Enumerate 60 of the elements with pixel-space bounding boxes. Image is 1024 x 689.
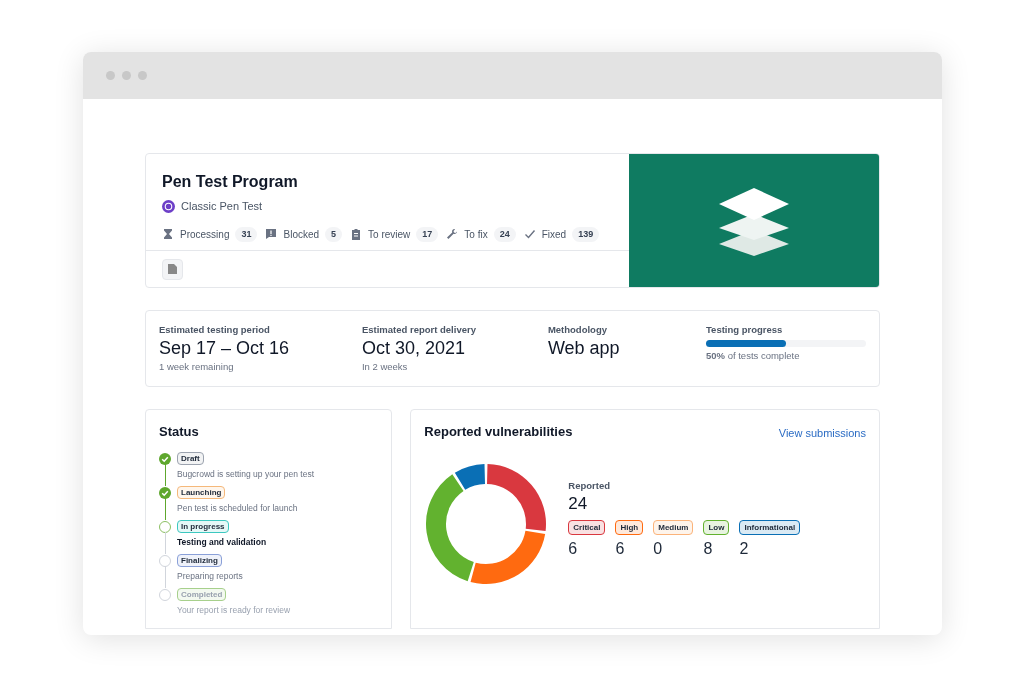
summary-note: 1 week remaining	[159, 359, 235, 374]
count-badge: 31	[235, 226, 258, 242]
check-icon	[523, 228, 536, 241]
status-text: Testing and validation	[177, 535, 267, 549]
status-text: Bugcrowd is setting up your pen test	[177, 467, 315, 481]
severity-tag: Informational	[739, 520, 801, 535]
summary-label: Testing progress	[706, 323, 784, 337]
severity-tag: Medium	[653, 520, 694, 535]
reported-label: Reported	[568, 478, 612, 493]
severity-tag: Critical	[568, 520, 606, 535]
wrench-icon	[446, 228, 459, 241]
severity-count: 2	[739, 539, 749, 559]
summary-value: Oct 30, 2021	[361, 337, 466, 360]
program-type: Classic Pen Test	[181, 199, 263, 214]
summary-label: Methodology	[547, 323, 608, 337]
severity-count: 0	[653, 539, 663, 559]
clipboard-icon	[350, 228, 363, 241]
status-tag: Finalizing	[177, 553, 222, 567]
count-label: Processing	[180, 227, 230, 242]
summary-value: Web app	[547, 337, 621, 360]
status-tag: In progress	[177, 519, 229, 533]
severity-count: 8	[703, 539, 713, 559]
severity-tag: Low	[703, 520, 730, 535]
count-badge: 17	[416, 226, 439, 242]
summary-note: In 2 weeks	[361, 359, 409, 374]
severity-count: 6	[568, 539, 578, 559]
program-title: Pen Test Program	[162, 172, 299, 192]
summary-label: Estimated report delivery	[361, 323, 477, 337]
count-badge: 5	[325, 226, 343, 242]
progress-note: 50% of tests complete	[706, 349, 801, 364]
status-text: Your report is ready for review	[177, 603, 291, 617]
status-title: Status	[159, 423, 200, 441]
check-circle-icon	[159, 486, 171, 499]
count-label: To review	[368, 227, 411, 242]
count-label: Blocked	[283, 227, 320, 242]
summary-label: Estimated testing period	[159, 323, 271, 337]
document-button[interactable]	[162, 258, 183, 280]
timeline-line	[164, 531, 166, 554]
count-label: To fix	[464, 227, 488, 242]
vulnerabilities-title: Reported vulnerabilities	[424, 423, 573, 441]
reported-total: 24	[568, 492, 589, 514]
severity-tag: High	[615, 520, 644, 535]
status-text: Preparing reports	[177, 569, 243, 583]
severity-count: 6	[615, 539, 625, 559]
status-tag: Launching	[177, 485, 226, 499]
status-text: Pen test is scheduled for launch	[177, 501, 298, 515]
badge-icon	[162, 199, 175, 213]
speech-bubble-icon	[265, 228, 278, 241]
view-submissions-link[interactable]: View submissions	[778, 425, 866, 442]
document-icon	[168, 264, 177, 274]
count-badge: 24	[493, 226, 516, 242]
status-tag: Completed	[177, 587, 227, 601]
check-circle-icon	[159, 452, 171, 465]
timeline-line	[164, 565, 166, 588]
status-tag: Draft	[177, 451, 204, 465]
hourglass-icon	[162, 228, 174, 241]
summary-value: Sep 17 – Oct 16	[159, 337, 291, 360]
count-badge: 139	[572, 226, 600, 242]
layers-icon	[717, 185, 791, 256]
count-label: Fixed	[541, 227, 567, 242]
